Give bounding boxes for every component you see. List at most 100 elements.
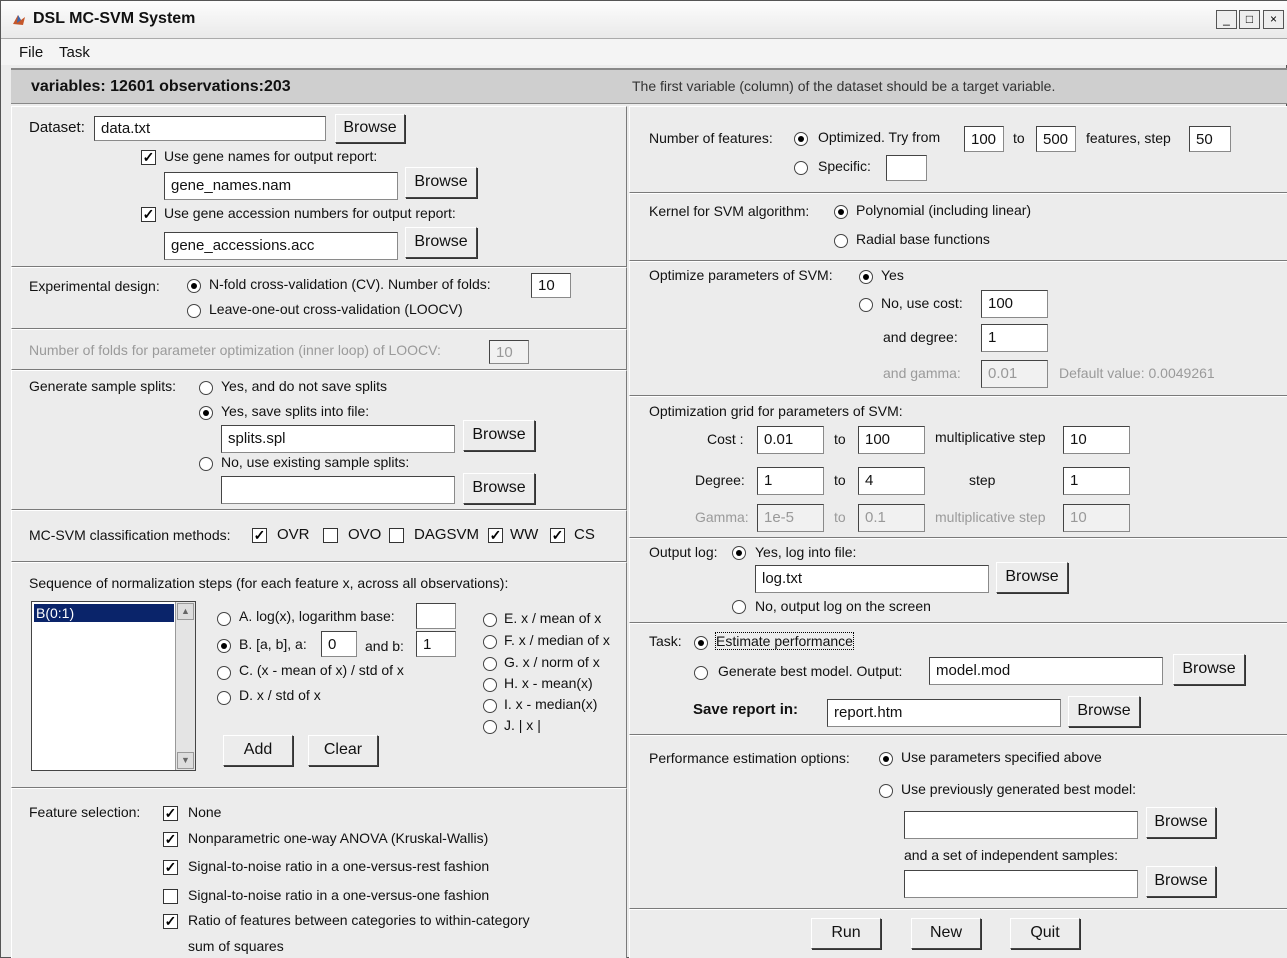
- ovo-checkbox[interactable]: [323, 528, 338, 543]
- splits-existing-input[interactable]: [221, 476, 455, 504]
- dataset-browse-button[interactable]: Browse: [335, 114, 405, 143]
- log-base-input[interactable]: [416, 603, 456, 629]
- specific-input[interactable]: [886, 155, 927, 181]
- rbf-radio[interactable]: [834, 234, 848, 248]
- log-file-radio[interactable]: [732, 546, 746, 560]
- grid-cost-to-input[interactable]: 100: [858, 426, 925, 454]
- optimize-no-label: No, use cost:: [881, 295, 963, 311]
- perf-model-radio[interactable]: [879, 784, 893, 798]
- splits-file-input[interactable]: splits.spl: [221, 425, 455, 453]
- cost-input[interactable]: 100: [981, 290, 1048, 318]
- ncv-radio[interactable]: [187, 279, 201, 293]
- grid-gamma-step-input[interactable]: 10: [1063, 504, 1130, 532]
- run-button[interactable]: Run: [811, 918, 881, 949]
- fs-ratio-checkbox[interactable]: ✓: [163, 914, 178, 929]
- info-note: The first variable (column) of the datas…: [632, 78, 1056, 94]
- norm-f-radio[interactable]: [483, 635, 497, 649]
- grid-gamma-from-input[interactable]: 1e-5: [757, 504, 824, 532]
- normalization-list[interactable]: B(0:1) ▲ ▼: [31, 601, 196, 771]
- inner-loop-input[interactable]: 10: [489, 340, 529, 364]
- splits-existing-radio[interactable]: [199, 457, 213, 471]
- fs-none-checkbox[interactable]: ✓: [163, 806, 178, 821]
- menu-task[interactable]: Task: [59, 44, 90, 61]
- folds-input[interactable]: 10: [531, 273, 571, 298]
- clear-button[interactable]: Clear: [308, 735, 378, 766]
- ww-checkbox[interactable]: ✓: [488, 528, 503, 543]
- norm-a-input[interactable]: 0: [321, 631, 357, 657]
- norm-a-radio[interactable]: [217, 612, 231, 626]
- gene-names-label: Use gene names for output report:: [164, 148, 378, 164]
- features-step-input[interactable]: 50: [1189, 126, 1231, 152]
- features-from-input[interactable]: 100: [964, 126, 1004, 152]
- fs-snr-ovr-checkbox[interactable]: ✓: [163, 860, 178, 875]
- norm-b-radio[interactable]: [217, 639, 231, 653]
- norm-h-radio[interactable]: [483, 678, 497, 692]
- gene-names-input[interactable]: gene_names.nam: [164, 172, 398, 200]
- norm-d-radio[interactable]: [217, 691, 231, 705]
- grid-degree-from-input[interactable]: 1: [757, 467, 824, 495]
- splits-browse-button[interactable]: Browse: [463, 420, 535, 451]
- log-screen-radio[interactable]: [732, 600, 746, 614]
- norm-i-radio[interactable]: [483, 699, 497, 713]
- gene-acc-checkbox[interactable]: ✓: [141, 207, 156, 222]
- close-button[interactable]: ×: [1263, 10, 1284, 29]
- gene-acc-browse-button[interactable]: Browse: [405, 227, 477, 258]
- new-button[interactable]: New: [911, 918, 981, 949]
- quit-button[interactable]: Quit: [1010, 918, 1080, 949]
- optimize-no-radio[interactable]: [859, 298, 873, 312]
- model-browse-button[interactable]: Browse: [1173, 654, 1245, 685]
- dagsvm-checkbox[interactable]: [389, 528, 404, 543]
- scroll-down-icon[interactable]: ▼: [177, 752, 194, 769]
- perf-model-input[interactable]: [904, 811, 1138, 839]
- indep-samples-label: and a set of independent samples:: [904, 847, 1119, 863]
- gene-names-browse-button[interactable]: Browse: [405, 167, 477, 198]
- norm-e-radio[interactable]: [483, 613, 497, 627]
- grid-cost-step-input[interactable]: 10: [1063, 426, 1130, 454]
- fs-snr-ovo-checkbox[interactable]: [163, 889, 178, 904]
- gamma-input[interactable]: 0.01: [981, 360, 1048, 388]
- log-file-input[interactable]: log.txt: [755, 565, 989, 593]
- grid-degree-to-input[interactable]: 4: [858, 467, 925, 495]
- generate-model-radio[interactable]: [694, 666, 708, 680]
- list-scrollbar[interactable]: ▲ ▼: [175, 602, 195, 770]
- minimize-button[interactable]: _: [1216, 10, 1237, 29]
- norm-j-radio[interactable]: [483, 720, 497, 734]
- dataset-input[interactable]: data.txt: [94, 116, 326, 141]
- norm-b-input[interactable]: 1: [416, 631, 456, 657]
- optimize-yes-radio[interactable]: [859, 270, 873, 284]
- grid-cost-from-input[interactable]: 0.01: [757, 426, 824, 454]
- polynomial-radio[interactable]: [834, 205, 848, 219]
- estimate-radio[interactable]: [694, 636, 708, 650]
- cs-checkbox[interactable]: ✓: [550, 528, 565, 543]
- fs-kw-checkbox[interactable]: ✓: [163, 832, 178, 847]
- splits-existing-browse-button[interactable]: Browse: [463, 473, 535, 504]
- splits-no-save-radio[interactable]: [199, 381, 213, 395]
- menu-file[interactable]: File: [19, 44, 43, 61]
- specific-radio[interactable]: [794, 161, 808, 175]
- perf-params-radio[interactable]: [879, 752, 893, 766]
- ovr-checkbox[interactable]: ✓: [252, 528, 267, 543]
- degree-input[interactable]: 1: [981, 324, 1048, 352]
- gene-names-checkbox[interactable]: ✓: [141, 150, 156, 165]
- feature-selection-label: Feature selection:: [29, 804, 141, 820]
- perf-model-browse-button[interactable]: Browse: [1146, 807, 1216, 838]
- log-browse-button[interactable]: Browse: [996, 562, 1068, 593]
- norm-g-radio[interactable]: [483, 657, 497, 671]
- add-button[interactable]: Add: [223, 735, 293, 766]
- grid-degree-step-input[interactable]: 1: [1063, 467, 1130, 495]
- model-file-input[interactable]: model.mod: [929, 657, 1163, 685]
- report-browse-button[interactable]: Browse: [1068, 696, 1140, 727]
- norm-c-radio[interactable]: [217, 666, 231, 680]
- maximize-button[interactable]: □: [1239, 10, 1260, 29]
- grid-gamma-to-input[interactable]: 0.1: [858, 504, 925, 532]
- features-to-input[interactable]: 500: [1036, 126, 1076, 152]
- indep-browse-button[interactable]: Browse: [1146, 866, 1216, 897]
- gene-acc-input[interactable]: gene_accessions.acc: [164, 232, 398, 260]
- list-item[interactable]: B(0:1): [34, 604, 174, 622]
- loocv-radio[interactable]: [187, 304, 201, 318]
- splits-save-radio[interactable]: [199, 406, 213, 420]
- optimized-radio[interactable]: [794, 132, 808, 146]
- indep-samples-input[interactable]: [904, 870, 1138, 898]
- report-file-input[interactable]: report.htm: [827, 699, 1061, 727]
- scroll-up-icon[interactable]: ▲: [177, 603, 194, 620]
